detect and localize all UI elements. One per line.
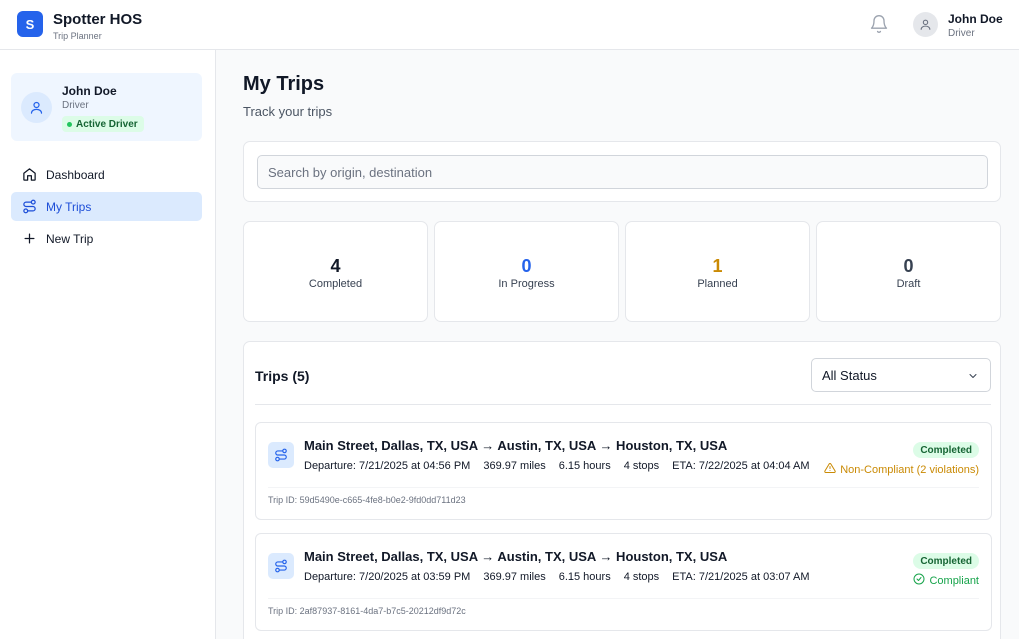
- stat-completed: 4 Completed: [243, 221, 428, 322]
- top-header: S Spotter HOS Trip Planner John Doe Driv…: [0, 0, 1019, 50]
- divider: [268, 598, 979, 599]
- stat-value: 0: [903, 256, 914, 276]
- app-name: Spotter HOS: [53, 11, 143, 28]
- sidebar: John Doe Driver Active Driver Dashboard …: [0, 50, 216, 639]
- active-driver-badge: Active Driver: [62, 116, 144, 132]
- trip-eta: ETA: 7/22/2025 at 04:04 AM: [672, 460, 810, 472]
- trips-card: Trips (5) All Status Main Street, Dallas…: [243, 341, 1001, 639]
- home-icon: [21, 167, 37, 183]
- trip-card[interactable]: Main Street, Dallas, TX, USA → Austin, T…: [255, 422, 992, 520]
- compliance-label: Compliant: [929, 574, 979, 587]
- trip-miles: 369.97 miles: [483, 571, 546, 583]
- warning-icon: [824, 462, 836, 477]
- header-user-name[interactable]: John Doe: [948, 12, 1003, 26]
- trip-hours: 6.15 hours: [558, 571, 611, 583]
- compliance-status: Compliant: [913, 573, 979, 588]
- user-icon: [21, 92, 52, 123]
- trip-stops: 4 stops: [623, 460, 660, 472]
- trip-departure: Departure: 7/20/2025 at 03:59 PM: [304, 571, 471, 583]
- page-title: My Trips: [243, 73, 325, 95]
- trip-eta: ETA: 7/21/2025 at 03:07 AM: [672, 571, 810, 583]
- status-filter-select[interactable]: All Status: [811, 358, 991, 392]
- trip-route: Main Street, Dallas, TX, USA → Austin, T…: [304, 438, 728, 453]
- page-subtitle: Track your trips: [243, 104, 333, 119]
- sidebar-user-role: Driver: [62, 100, 89, 111]
- sidebar-item-new-trip[interactable]: New Trip: [11, 224, 202, 253]
- chevron-down-icon: [967, 370, 979, 385]
- status-dot-icon: [67, 121, 72, 127]
- trip-miles: 369.97 miles: [483, 460, 546, 472]
- user-avatar[interactable]: [913, 12, 938, 37]
- sidebar-item-dashboard[interactable]: Dashboard: [11, 160, 202, 189]
- status-filter-value: All Status: [822, 367, 877, 383]
- bell-icon[interactable]: [869, 14, 889, 34]
- sidebar-item-my-trips[interactable]: My Trips: [11, 192, 202, 221]
- divider: [255, 404, 991, 405]
- search-card: [243, 141, 1001, 202]
- trips-title: Trips (5): [255, 368, 310, 384]
- compliance-label: Non-Compliant (2 violations): [840, 463, 979, 476]
- route-icon: [268, 553, 294, 579]
- stat-value: 4: [330, 256, 341, 276]
- stat-draft: 0 Draft: [816, 221, 1001, 322]
- route-icon: [268, 442, 294, 468]
- stat-label: In Progress: [498, 278, 555, 290]
- stat-label: Planned: [697, 278, 738, 290]
- sidebar-user-name: John Doe: [62, 84, 117, 98]
- compliance-status: Non-Compliant (2 violations): [824, 462, 979, 477]
- trip-card[interactable]: Main Street, Dallas, TX, USA → Austin, T…: [255, 533, 992, 631]
- stat-label: Completed: [308, 278, 363, 290]
- trip-hours: 6.15 hours: [558, 460, 611, 472]
- stat-value: 1: [712, 256, 723, 276]
- sidebar-item-label: New Trip: [46, 231, 94, 246]
- search-input[interactable]: [257, 155, 988, 189]
- stat-in-progress: 0 In Progress: [434, 221, 619, 322]
- trip-departure: Departure: 7/21/2025 at 04:56 PM: [304, 460, 471, 472]
- stat-value: 0: [521, 256, 532, 276]
- trip-meta: Departure: 7/20/2025 at 03:59 PM 369.97 …: [304, 571, 810, 583]
- sidebar-item-label: My Trips: [46, 199, 92, 214]
- stat-label: Draft: [896, 278, 921, 290]
- sidebar-item-label: Dashboard: [46, 167, 105, 182]
- app-subtitle: Trip Planner: [53, 31, 102, 41]
- status-badge: Completed: [913, 553, 979, 569]
- trip-id: Trip ID: 59d5490e-c665-4fe8-b0e2-9fd0dd7…: [268, 495, 466, 505]
- plus-icon: [21, 231, 37, 247]
- divider: [268, 487, 979, 488]
- status-badge: Completed: [913, 442, 979, 458]
- app-logo[interactable]: S: [17, 11, 43, 37]
- route-icon: [21, 199, 37, 215]
- header-user-role: Driver: [948, 28, 975, 39]
- sidebar-user-card: John Doe Driver Active Driver: [11, 73, 202, 141]
- trip-stops: 4 stops: [623, 571, 660, 583]
- check-circle-icon: [913, 573, 925, 588]
- stat-planned: 1 Planned: [625, 221, 810, 322]
- active-driver-label: Active Driver: [76, 118, 138, 130]
- trip-id: Trip ID: 2af87937-8161-4da7-b7c5-20212df…: [268, 606, 466, 616]
- trip-route: Main Street, Dallas, TX, USA → Austin, T…: [304, 549, 728, 564]
- trip-meta: Departure: 7/21/2025 at 04:56 PM 369.97 …: [304, 460, 810, 472]
